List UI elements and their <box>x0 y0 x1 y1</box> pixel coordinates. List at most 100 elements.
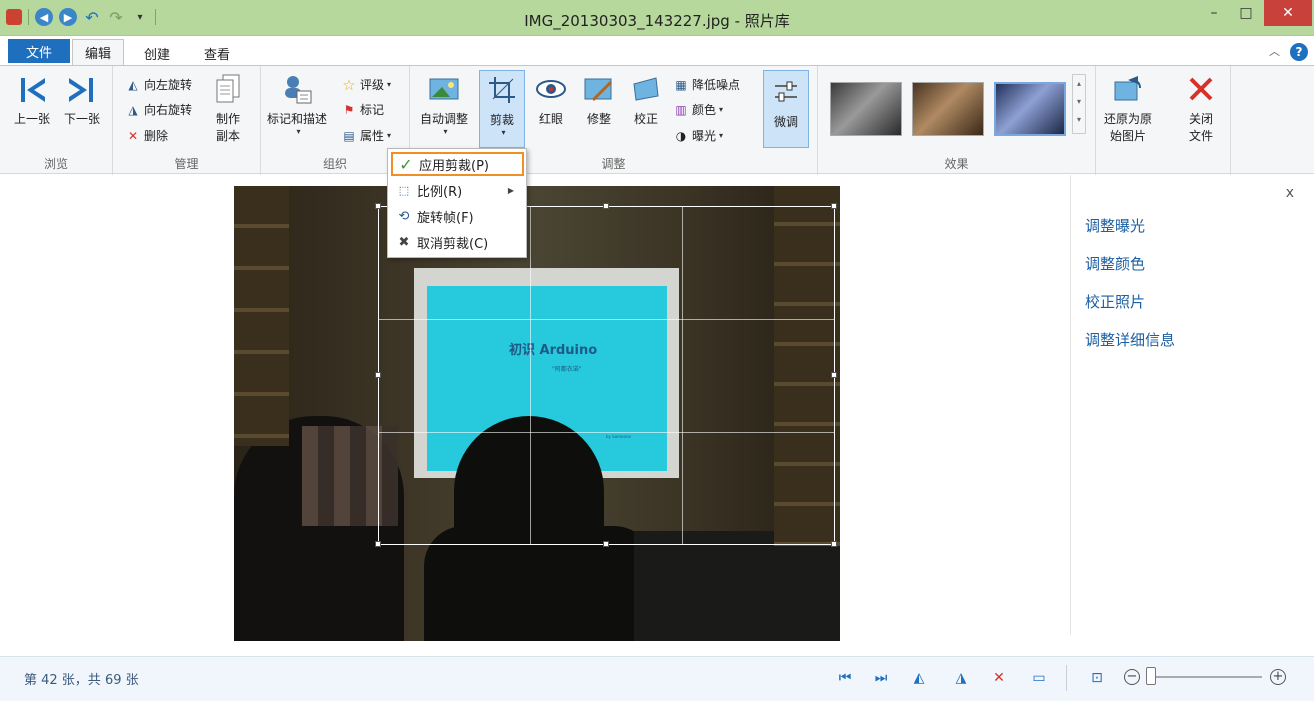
fine-tune-panel: x 调整曝光 调整颜色 校正照片 调整详细信息 <box>1070 175 1310 635</box>
rotate-right-icon: ◮ <box>128 102 138 117</box>
tag-button[interactable]: 标记和描述 ▾ <box>267 72 327 136</box>
close-file-label-2: 文件 <box>1188 129 1213 143</box>
close-file-icon <box>1184 72 1218 106</box>
crop-handle-left[interactable] <box>375 372 381 378</box>
effect-thumb-cyan[interactable] <box>994 82 1066 136</box>
separator <box>1066 665 1067 691</box>
crop-handle-top[interactable] <box>603 203 609 209</box>
link-adjust-exposure[interactable]: 调整曝光 <box>1085 215 1145 236</box>
status-rotate-right-icon[interactable]: ◮ <box>950 667 972 689</box>
rotate-right-label: 向右旋转 <box>144 103 193 117</box>
crop-label: 剪裁 <box>489 113 514 127</box>
straighten-label: 校正 <box>633 112 658 126</box>
color-button[interactable]: ▥ 颜色 ▾ <box>673 101 723 118</box>
collapse-ribbon-icon[interactable]: ︿ <box>1269 43 1280 59</box>
close-file-button[interactable]: 关闭 文件 <box>1184 72 1218 144</box>
effect-thumb-grayscale[interactable] <box>830 82 902 136</box>
delete-label: 删除 <box>144 129 169 143</box>
menu-cancel-crop[interactable]: ✖ 取消剪裁(C) <box>391 230 524 254</box>
retouch-label: 修整 <box>586 112 611 126</box>
status-fit-icon[interactable]: ⊡ <box>1086 667 1108 689</box>
exposure-label: 曝光 <box>692 129 717 143</box>
next-button[interactable]: 下一张 <box>64 72 100 127</box>
retouch-icon <box>582 72 616 106</box>
auto-adjust-button[interactable]: 自动调整 ▾ <box>420 72 468 136</box>
flag-label: 标记 <box>360 103 385 117</box>
zoom-out-icon[interactable]: − <box>1124 669 1140 685</box>
group-manage: ◭ 向左旋转 ◮ 向右旋转 ✕ 删除 制作 副本 管理 <box>113 66 261 175</box>
fine-tune-button[interactable]: 微调 <box>763 70 809 148</box>
menu-rotate-frame-label: 旋转帧(F) <box>417 210 474 226</box>
exposure-button[interactable]: ◑ 曝光 ▾ <box>673 127 723 144</box>
prev-button[interactable]: 上一张 <box>14 72 50 127</box>
properties-button[interactable]: ▤ 属性 ▾ <box>341 127 391 144</box>
crop-handle-right[interactable] <box>831 372 837 378</box>
crop-handle-bl[interactable] <box>375 541 381 547</box>
revert-label-1: 还原为原 <box>1104 112 1153 126</box>
effects-scroll[interactable]: ▴ ▾ ▾ <box>1072 74 1086 134</box>
rotate-right-button[interactable]: ◮ 向右旋转 <box>125 101 192 118</box>
link-straighten-photo[interactable]: 校正照片 <box>1085 291 1145 312</box>
menu-rotate-frame[interactable]: ⟲ 旋转帧(F) <box>391 204 524 228</box>
maximize-button[interactable]: □ <box>1232 0 1260 26</box>
make-copy-button[interactable]: 制作 副本 <box>211 72 245 144</box>
minimize-button[interactable]: – <box>1200 0 1228 26</box>
status-delete-icon[interactable]: ✕ <box>988 667 1010 689</box>
red-eye-button[interactable]: 红眼 <box>534 72 568 127</box>
sliders-icon <box>769 75 803 109</box>
people-tag-icon <box>280 72 314 106</box>
status-slideshow-icon[interactable]: ▭ <box>1028 667 1050 689</box>
crop-handle-br[interactable] <box>831 541 837 547</box>
crop-handle-tl[interactable] <box>375 203 381 209</box>
dropdown-arrow-icon: ▾ <box>387 131 392 140</box>
group-effects: ▴ ▾ ▾ 效果 <box>818 66 1096 175</box>
status-prev-icon[interactable]: ⏮ <box>834 667 856 689</box>
revert-icon <box>1111 72 1145 106</box>
rotate-left-button[interactable]: ◭ 向左旋转 <box>125 76 192 93</box>
tab-view[interactable]: 查看 <box>192 41 242 65</box>
retouch-button[interactable]: 修整 <box>582 72 616 127</box>
crop-handle-bottom[interactable] <box>603 541 609 547</box>
link-adjust-color[interactable]: 调整颜色 <box>1085 253 1145 274</box>
exposure-icon: ◑ <box>675 128 687 143</box>
menu-apply-crop[interactable]: ✓ 应用剪裁(P) <box>391 152 524 176</box>
delete-button[interactable]: ✕ 删除 <box>125 127 168 144</box>
status-next-icon[interactable]: ⏭ <box>870 667 892 689</box>
revert-button[interactable]: 还原为原 始图片 <box>1104 72 1152 144</box>
tab-edit[interactable]: 编辑 <box>72 39 125 66</box>
zoom-in-icon[interactable]: + <box>1270 669 1286 685</box>
close-file-label-1: 关闭 <box>1188 112 1213 126</box>
tab-file[interactable]: 文件 <box>8 39 70 63</box>
photo-count: 第 42 张，共 69 张 <box>24 673 139 688</box>
group-label-manage: 管理 <box>174 157 199 171</box>
crop-grid-line <box>379 319 834 320</box>
effect-thumb-sepia[interactable] <box>912 82 984 136</box>
straighten-button[interactable]: 校正 <box>629 72 663 127</box>
red-eye-label: 红眼 <box>538 112 563 126</box>
rating-button[interactable]: ☆ 评级 ▾ <box>341 76 391 94</box>
rotate-left-icon: ◭ <box>128 77 138 92</box>
close-panel-button[interactable]: x <box>1286 185 1294 201</box>
tab-create[interactable]: 创建 <box>132 41 182 65</box>
crop-handle-tr[interactable] <box>831 203 837 209</box>
cancel-x-icon: ✖ <box>398 234 410 250</box>
eye-icon <box>534 72 568 106</box>
ribbon: 上一张 下一张 浏览 ◭ 向左旋转 ◮ 向右旋转 ✕ 删除 制作 副本 管理 标… <box>0 65 1314 175</box>
tag-label: 标记和描述 <box>267 112 328 126</box>
menu-ratio[interactable]: ⬚ 比例(R) ▶ <box>391 178 524 202</box>
zoom-slider-thumb[interactable] <box>1146 667 1156 685</box>
next-label: 下一张 <box>64 112 101 126</box>
noise-button[interactable]: ▦ 降低噪点 <box>673 76 740 93</box>
link-adjust-detail[interactable]: 调整详细信息 <box>1085 329 1175 350</box>
close-window-button[interactable]: ✕ <box>1264 0 1312 26</box>
crop-button[interactable]: 剪裁 ▾ <box>479 70 525 148</box>
zoom-slider-track[interactable] <box>1152 676 1262 678</box>
auto-adjust-label: 自动调整 <box>420 112 469 126</box>
flag-button[interactable]: ⚑ 标记 <box>341 101 384 118</box>
fine-tune-label: 微调 <box>773 115 798 129</box>
help-icon[interactable]: ? <box>1290 43 1308 61</box>
status-rotate-left-icon[interactable]: ◭ <box>908 667 930 689</box>
ribbon-tabs: 文件 编辑 创建 查看 ︿ ? <box>0 37 1314 66</box>
rotate-left-label: 向左旋转 <box>144 78 193 92</box>
desk <box>634 531 840 641</box>
